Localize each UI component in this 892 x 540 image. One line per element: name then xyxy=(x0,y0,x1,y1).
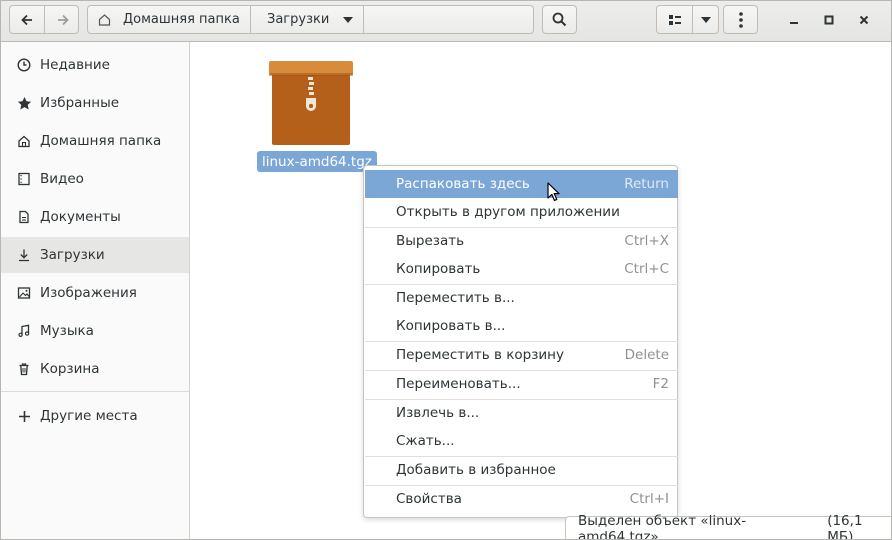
search-icon xyxy=(552,12,567,27)
sidebar-item-label: Изображения xyxy=(40,285,137,301)
sidebar-item-label: Домашняя папка xyxy=(40,133,162,149)
sidebar-item-downloads[interactable]: Загрузки xyxy=(1,237,189,273)
chevron-down-icon xyxy=(701,16,711,23)
sidebar-item-other-places[interactable]: Другие места xyxy=(1,398,189,434)
download-icon xyxy=(16,247,32,263)
star-icon xyxy=(16,95,32,111)
arrow-left-icon xyxy=(21,14,32,25)
menu-item-label: Переместить в корзину xyxy=(396,347,564,363)
menu-item-extract-to[interactable]: Извлечь в... xyxy=(365,399,678,427)
file-manager-window: Домашняя папка Загрузки Недавние Избранн… xyxy=(0,0,892,540)
menu-item-label: Свойства xyxy=(396,491,462,507)
forward-button[interactable] xyxy=(45,6,80,33)
menu-item-cut[interactable]: Вырезать Ctrl+X xyxy=(365,227,678,255)
sidebar-item-label: Корзина xyxy=(40,361,100,377)
view-options-button[interactable] xyxy=(693,6,719,33)
menu-item-shortcut: Ctrl+C xyxy=(624,261,669,277)
sidebar-item-starred[interactable]: Избранные xyxy=(1,85,189,121)
sidebar-item-label: Видео xyxy=(40,171,84,187)
sidebar-item-label: Музыка xyxy=(40,323,94,339)
status-text: Выделен объект «linux-amd64.tgz» xyxy=(578,513,747,540)
status-bar: Выделен объект «linux-amd64.tgz» (16,1 М… xyxy=(565,513,891,540)
menu-item-extract-here[interactable]: Распаковать здесь Return xyxy=(365,170,678,198)
menu-item-label: Копировать xyxy=(396,261,481,277)
home-icon xyxy=(16,133,32,149)
menu-item-move-to-trash[interactable]: Переместить в корзину Delete xyxy=(365,341,678,369)
menu-item-shortcut: Delete xyxy=(624,347,669,363)
list-view-icon xyxy=(668,14,681,25)
sidebar-item-label: Загрузки xyxy=(40,247,105,263)
status-size: (16,1 МБ) xyxy=(827,513,863,540)
kebab-menu-icon xyxy=(738,11,743,28)
archive-icon[interactable] xyxy=(269,61,353,147)
menu-item-label: Распаковать здесь xyxy=(396,176,530,192)
menu-item-add-to-starred[interactable]: Добавить в избранное xyxy=(365,456,678,484)
view-buttons xyxy=(656,5,719,34)
music-icon xyxy=(16,323,32,339)
menu-item-properties[interactable]: Свойства Ctrl+I xyxy=(365,485,678,513)
video-icon xyxy=(16,171,32,187)
back-button[interactable] xyxy=(10,6,45,33)
menu-item-shortcut: Return xyxy=(624,176,669,192)
menu-item-compress[interactable]: Сжать... xyxy=(365,427,678,455)
menu-item-shortcut: Ctrl+X xyxy=(624,233,669,249)
trash-icon xyxy=(16,361,32,377)
minimize-button[interactable] xyxy=(779,5,809,34)
menu-item-shortcut: F2 xyxy=(652,376,669,392)
menu-item-copy-to[interactable]: Копировать в... xyxy=(365,312,678,340)
menu-item-label: Переместить в... xyxy=(396,290,515,306)
clock-icon xyxy=(16,57,32,73)
sidebar-item-music[interactable]: Музыка xyxy=(1,313,189,349)
menu-item-rename[interactable]: Переименовать... F2 xyxy=(365,370,678,398)
menu-item-label: Копировать в... xyxy=(396,318,506,334)
path-home-label: Домашняя папка xyxy=(123,12,240,27)
context-menu: Распаковать здесь Return Открыть в друго… xyxy=(363,165,678,518)
menu-item-open-with[interactable]: Открыть в другом приложении xyxy=(365,198,678,226)
sidebar-item-videos[interactable]: Видео xyxy=(1,161,189,197)
close-button[interactable] xyxy=(849,5,879,34)
sidebar-item-home[interactable]: Домашняя папка xyxy=(1,123,189,159)
menu-item-label: Извлечь в... xyxy=(396,405,480,421)
search-button[interactable] xyxy=(542,5,577,34)
menu-item-label: Переименовать... xyxy=(396,376,521,392)
plus-icon xyxy=(16,408,32,424)
menu-item-label: Вырезать xyxy=(396,233,465,249)
menu-item-label: Открыть в другом приложении xyxy=(396,204,620,220)
sidebar-item-recent[interactable]: Недавние xyxy=(1,47,189,83)
mouse-pointer-icon xyxy=(547,182,560,201)
menu-item-shortcut: Ctrl+I xyxy=(629,491,669,507)
header-bar: Домашняя папка Загрузки xyxy=(1,1,891,42)
menu-item-label: Сжать... xyxy=(396,433,455,449)
menu-item-move-to[interactable]: Переместить в... xyxy=(365,284,678,312)
sidebar: Недавние Избранные Домашняя папка Видео … xyxy=(1,42,190,539)
sidebar-item-trash[interactable]: Корзина xyxy=(1,351,189,387)
image-icon xyxy=(16,285,32,301)
sidebar-item-label: Недавние xyxy=(40,57,110,73)
sidebar-divider xyxy=(1,391,189,392)
maximize-button[interactable] xyxy=(814,5,844,34)
sidebar-item-label: Другие места xyxy=(40,408,138,424)
sidebar-item-pictures[interactable]: Изображения xyxy=(1,275,189,311)
navigation-buttons xyxy=(9,5,79,34)
path-bar: Домашняя папка Загрузки xyxy=(87,5,534,34)
view-list-button[interactable] xyxy=(657,6,693,33)
menu-item-label: Добавить в избранное xyxy=(396,462,556,478)
arrow-right-icon xyxy=(57,14,69,25)
sidebar-item-label: Избранные xyxy=(40,95,120,111)
sidebar-item-documents[interactable]: Документы xyxy=(1,199,189,235)
document-icon xyxy=(16,209,32,225)
close-icon xyxy=(859,15,869,24)
chevron-down-icon xyxy=(343,17,353,23)
path-downloads-label: Загрузки xyxy=(267,12,330,27)
path-downloads-button[interactable]: Загрузки xyxy=(251,6,364,33)
menu-item-copy[interactable]: Копировать Ctrl+C xyxy=(365,255,678,283)
minimize-icon xyxy=(790,21,798,24)
sidebar-item-label: Документы xyxy=(40,209,121,225)
home-icon xyxy=(98,14,111,26)
path-home-button[interactable]: Домашняя папка xyxy=(88,6,251,33)
file-name-label[interactable]: linux-amd64.tgz xyxy=(257,151,377,172)
maximize-icon xyxy=(824,15,834,24)
main-menu-button[interactable] xyxy=(723,5,758,34)
